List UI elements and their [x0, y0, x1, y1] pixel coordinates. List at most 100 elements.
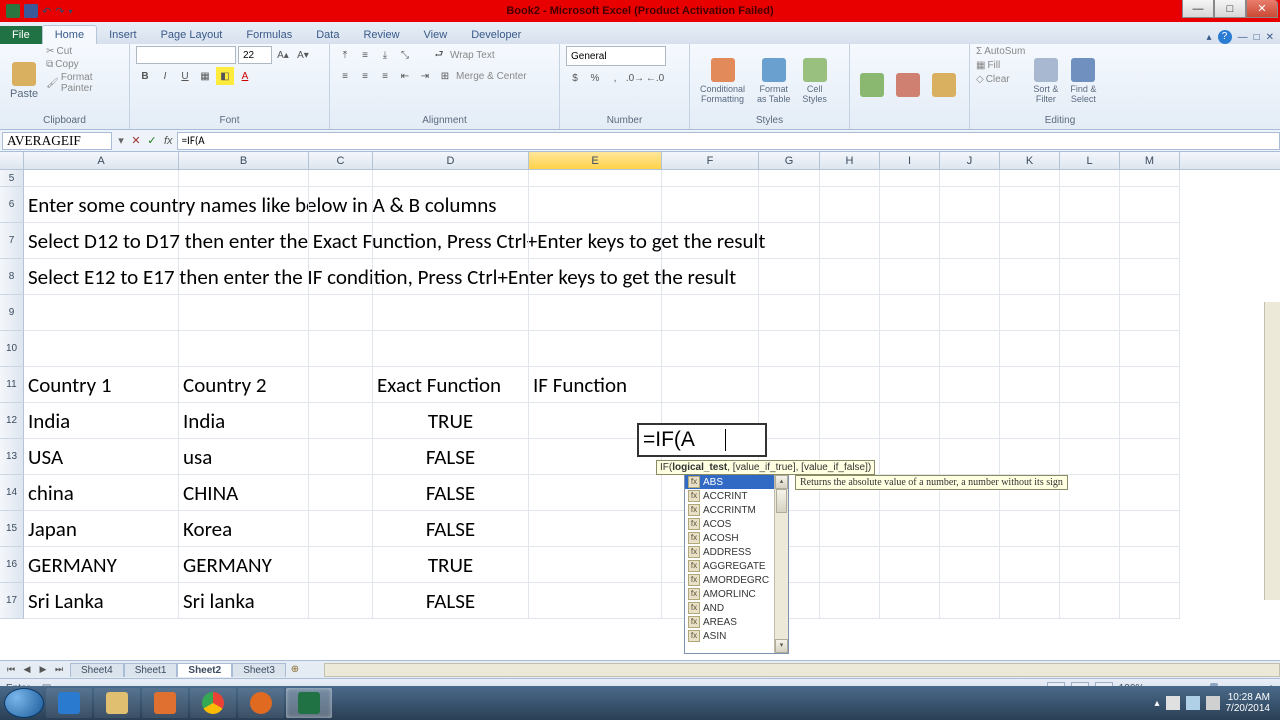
scroll-up-icon[interactable]: ▴	[775, 475, 788, 489]
row-header-7[interactable]: 7	[0, 223, 24, 259]
horizontal-scrollbar[interactable]	[324, 663, 1280, 677]
cell-h15[interactable]	[820, 511, 880, 547]
cell-c12[interactable]	[309, 403, 373, 439]
autocomplete-item-acos[interactable]: fxACOS	[685, 517, 788, 531]
col-header-e[interactable]: E	[529, 152, 662, 169]
cell-k13[interactable]	[1000, 439, 1060, 475]
new-sheet-icon[interactable]: ⊕	[286, 664, 304, 675]
cell-j12[interactable]	[940, 403, 1000, 439]
cell-c9[interactable]	[309, 295, 373, 331]
format-painter-button[interactable]: 🖌Format Painter	[46, 72, 123, 94]
cell-j13[interactable]	[940, 439, 1000, 475]
row-header-14[interactable]: 14	[0, 475, 24, 511]
cell-d11[interactable]: Exact Function	[373, 367, 529, 403]
cell-a10[interactable]	[24, 331, 179, 367]
cell-l8[interactable]	[1060, 259, 1120, 295]
cell-a12[interactable]: India	[24, 403, 179, 439]
autocomplete-item-areas[interactable]: fxAREAS	[685, 615, 788, 629]
cell-k8[interactable]	[1000, 259, 1060, 295]
cell-m8[interactable]	[1120, 259, 1180, 295]
taskbar-chrome[interactable]	[190, 688, 236, 718]
cell-f11[interactable]	[662, 367, 759, 403]
number-format-select[interactable]	[566, 46, 666, 66]
cell-l12[interactable]	[1060, 403, 1120, 439]
vertical-scrollbar[interactable]	[1264, 302, 1280, 600]
cell-h11[interactable]	[820, 367, 880, 403]
cell-b7[interactable]	[179, 223, 309, 259]
taskbar-media-player[interactable]	[142, 688, 188, 718]
autocomplete-item-amorlinc[interactable]: fxAMORLINC	[685, 587, 788, 601]
cell-k7[interactable]	[1000, 223, 1060, 259]
merge-center-button[interactable]: ⊞	[436, 67, 454, 85]
select-all-corner[interactable]	[0, 152, 24, 169]
sheet-nav-first-icon[interactable]: ⏮	[4, 664, 18, 675]
cell-a16[interactable]: GERMANY	[24, 547, 179, 583]
autocomplete-item-accrintm[interactable]: fxACCRINTM	[685, 503, 788, 517]
fill-button[interactable]: ▦Fill	[976, 60, 1025, 71]
cell-j10[interactable]	[940, 331, 1000, 367]
cell-i8[interactable]	[880, 259, 940, 295]
cell-k17[interactable]	[1000, 583, 1060, 619]
start-button[interactable]	[4, 688, 44, 718]
cell-b16[interactable]: GERMANY	[179, 547, 309, 583]
cell-d7[interactable]	[373, 223, 529, 259]
cell-d16[interactable]: TRUE	[373, 547, 529, 583]
cell-e7[interactable]	[529, 223, 662, 259]
cell-c13[interactable]	[309, 439, 373, 475]
cell-b12[interactable]: India	[179, 403, 309, 439]
cancel-formula-icon[interactable]: ✕	[128, 134, 144, 147]
insert-function-icon[interactable]: fx	[160, 135, 177, 147]
cell-l11[interactable]	[1060, 367, 1120, 403]
close-button[interactable]: ✕	[1246, 0, 1278, 18]
orientation-icon[interactable]: ⤡	[396, 46, 414, 64]
cell-b15[interactable]: Korea	[179, 511, 309, 547]
cell-m11[interactable]	[1120, 367, 1180, 403]
fill-color-button[interactable]: ◧	[216, 67, 234, 85]
cell-j6[interactable]	[940, 187, 1000, 223]
border-button[interactable]: ▦	[196, 67, 214, 85]
row-header-9[interactable]: 9	[0, 295, 24, 331]
cell-m6[interactable]	[1120, 187, 1180, 223]
cell-c15[interactable]	[309, 511, 373, 547]
cell-j5[interactable]	[940, 170, 1000, 187]
cell-f6[interactable]	[662, 187, 759, 223]
autocomplete-item-asin[interactable]: fxASIN	[685, 629, 788, 643]
cell-e17[interactable]	[529, 583, 662, 619]
scroll-thumb[interactable]	[776, 489, 787, 513]
cell-d15[interactable]: FALSE	[373, 511, 529, 547]
cell-e11[interactable]: IF Function	[529, 367, 662, 403]
cell-a9[interactable]	[24, 295, 179, 331]
cell-j8[interactable]	[940, 259, 1000, 295]
name-box[interactable]	[2, 132, 112, 150]
cell-h6[interactable]	[820, 187, 880, 223]
autocomplete-scrollbar[interactable]: ▴ ▾	[774, 475, 788, 653]
cell-d5[interactable]	[373, 170, 529, 187]
cell-l15[interactable]	[1060, 511, 1120, 547]
conditional-formatting-button[interactable]: Conditional Formatting	[696, 46, 749, 115]
cell-e16[interactable]	[529, 547, 662, 583]
cell-d12[interactable]: TRUE	[373, 403, 529, 439]
help-icon[interactable]: ?	[1218, 30, 1232, 44]
cell-g6[interactable]	[759, 187, 820, 223]
cell-k11[interactable]	[1000, 367, 1060, 403]
row-header-6[interactable]: 6	[0, 187, 24, 223]
function-autocomplete-list[interactable]: fxABSfxACCRINTfxACCRINTMfxACOSfxACOSHfxA…	[684, 474, 789, 654]
cell-a13[interactable]: USA	[24, 439, 179, 475]
cell-h12[interactable]	[820, 403, 880, 439]
format-as-table-button[interactable]: Format as Table	[753, 46, 794, 115]
cell-styles-button[interactable]: Cell Styles	[798, 46, 831, 115]
font-size-input[interactable]	[238, 46, 272, 64]
shrink-font-icon[interactable]: A▾	[294, 46, 312, 64]
taskbar-excel[interactable]	[286, 688, 332, 718]
cell-c8[interactable]	[309, 259, 373, 295]
col-header-f[interactable]: F	[662, 152, 759, 169]
autocomplete-item-acosh[interactable]: fxACOSH	[685, 531, 788, 545]
align-right-icon[interactable]: ≡	[376, 67, 394, 85]
cell-l10[interactable]	[1060, 331, 1120, 367]
cell-c17[interactable]	[309, 583, 373, 619]
cell-l14[interactable]	[1060, 475, 1120, 511]
paste-button[interactable]: Paste	[6, 46, 42, 115]
cell-a14[interactable]: china	[24, 475, 179, 511]
cell-c11[interactable]	[309, 367, 373, 403]
cell-d10[interactable]	[373, 331, 529, 367]
